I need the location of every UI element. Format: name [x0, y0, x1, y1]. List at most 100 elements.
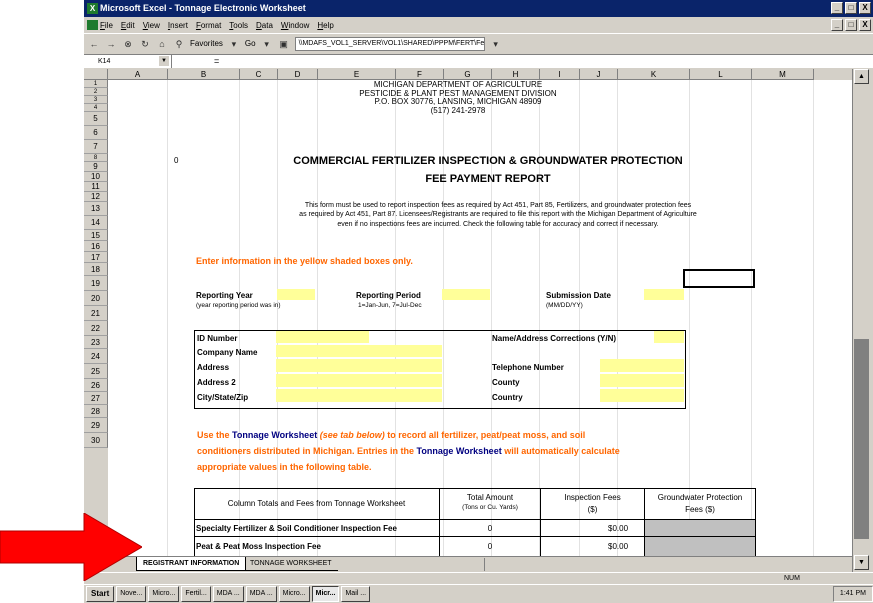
city-state-zip-input[interactable] [276, 389, 442, 402]
row-header-15[interactable]: 15 [84, 230, 108, 241]
forward-arrow-icon[interactable]: → [105, 38, 117, 50]
row-header-10[interactable]: 10 [84, 172, 108, 182]
row-header-3[interactable]: 3 [84, 96, 108, 104]
submission-date-input[interactable] [644, 289, 684, 300]
country-input[interactable] [600, 389, 684, 402]
doc-minimize-button[interactable]: _ [831, 19, 843, 31]
back-arrow-icon[interactable]: ← [88, 38, 100, 50]
tab-tonnage-worksheet[interactable]: TONNAGE WORKSHEET [244, 557, 338, 571]
taskbar-item-8[interactable]: Mail ... [341, 586, 371, 602]
scroll-up-icon[interactable]: ▲ [854, 69, 869, 84]
row-header-25[interactable]: 25 [84, 364, 108, 379]
row-header-18[interactable]: 18 [84, 263, 108, 276]
menu-window[interactable]: Window [281, 21, 309, 30]
stop-icon[interactable]: ⊗ [122, 38, 134, 50]
taskbar-item-1[interactable]: Nove... [116, 586, 147, 602]
go-dropdown-icon[interactable]: ▾ [261, 38, 273, 50]
search-web-icon[interactable]: ⚲ [173, 38, 185, 50]
reporting-year-input[interactable] [277, 289, 315, 300]
home-icon[interactable]: ⌂ [156, 38, 168, 50]
row-header-16[interactable]: 16 [84, 241, 108, 252]
column-header-l[interactable]: L [690, 69, 752, 80]
row-header-8[interactable]: 8 [84, 154, 108, 162]
row-header-14[interactable]: 14 [84, 216, 108, 230]
row-header-12[interactable]: 12 [84, 192, 108, 202]
menu-view[interactable]: View [143, 21, 160, 30]
company-name-input[interactable] [276, 345, 442, 357]
row-header-9[interactable]: 9 [84, 162, 108, 172]
column-header-i[interactable]: I [540, 69, 580, 80]
column-header-a[interactable]: A [108, 69, 168, 80]
row-header-27[interactable]: 27 [84, 392, 108, 405]
telephone-input[interactable] [600, 359, 684, 372]
row-header-20[interactable]: 20 [84, 291, 108, 306]
row-header-24[interactable]: 24 [84, 349, 108, 364]
row-header-30[interactable]: 30 [84, 433, 108, 448]
reporting-period-input[interactable] [442, 289, 490, 300]
horizontal-scrollbar[interactable] [484, 558, 848, 571]
column-header-j[interactable]: J [580, 69, 618, 80]
menu-format[interactable]: Format [196, 21, 221, 30]
go-button[interactable]: Go [245, 39, 256, 48]
row-header-11[interactable]: 11 [84, 182, 108, 192]
menu-file[interactable]: File [100, 21, 113, 30]
row-header-13[interactable]: 13 [84, 202, 108, 216]
address-field[interactable]: \\MDAFS_VOL1_SERVER\VOL1\SHARED\PPPM\FER… [294, 36, 485, 51]
menu-insert[interactable]: Insert [168, 21, 188, 30]
column-header-b[interactable]: B [168, 69, 240, 80]
column-header-m[interactable]: M [752, 69, 814, 80]
select-all-corner[interactable] [84, 69, 108, 80]
column-header-g[interactable]: G [444, 69, 492, 80]
address-input[interactable] [276, 359, 442, 372]
row-header-17[interactable]: 17 [84, 252, 108, 263]
row-header-21[interactable]: 21 [84, 306, 108, 321]
start-button[interactable]: Start [86, 586, 115, 602]
taskbar-item-3[interactable]: Fertil... [181, 586, 211, 602]
column-header-h[interactable]: H [492, 69, 540, 80]
county-input[interactable] [600, 374, 684, 387]
menu-data[interactable]: Data [256, 21, 273, 30]
id-number-input[interactable] [276, 331, 369, 343]
row-header-1[interactable]: 1 [84, 80, 108, 88]
column-header-k[interactable]: K [618, 69, 690, 80]
column-header-e[interactable]: E [318, 69, 396, 80]
menu-help[interactable]: Help [317, 21, 333, 30]
scroll-down-icon[interactable]: ▼ [854, 555, 869, 570]
show-only-toolbar-icon[interactable]: ▣ [278, 38, 290, 50]
address2-input[interactable] [276, 374, 442, 387]
row-header-4[interactable]: 4 [84, 104, 108, 112]
column-header-d[interactable]: D [278, 69, 318, 80]
menu-edit[interactable]: Edit [121, 21, 135, 30]
row-header-19[interactable]: 19 [84, 276, 108, 291]
name-box[interactable]: K14 ▼ [84, 55, 172, 68]
row-header-28[interactable]: 28 [84, 405, 108, 418]
row-header-5[interactable]: 5 [84, 112, 108, 126]
workbook-icon[interactable] [87, 20, 98, 30]
formula-equals[interactable]: = [214, 55, 219, 68]
row-header-22[interactable]: 22 [84, 321, 108, 336]
row-header-2[interactable]: 2 [84, 88, 108, 96]
menu-tools[interactable]: Tools [229, 21, 248, 30]
doc-restore-button[interactable]: □ [845, 19, 857, 31]
address-dropdown-icon[interactable]: ▾ [490, 38, 502, 50]
close-button[interactable]: X [859, 2, 871, 14]
row-header-23[interactable]: 23 [84, 336, 108, 349]
column-header-f[interactable]: F [396, 69, 444, 80]
tab-registrant-information[interactable]: REGISTRANT INFORMATION [136, 557, 247, 571]
refresh-icon[interactable]: ↻ [139, 38, 151, 50]
scrollbar-thumb[interactable] [854, 339, 869, 539]
taskbar-item-6[interactable]: Micro... [278, 586, 310, 602]
favorites-dropdown-icon[interactable]: ▾ [228, 38, 240, 50]
row-header-6[interactable]: 6 [84, 126, 108, 140]
taskbar-item-5[interactable]: MDA ... [245, 586, 277, 602]
column-header-c[interactable]: C [240, 69, 278, 80]
row-header-26[interactable]: 26 [84, 379, 108, 392]
system-clock[interactable]: 1:41 PM [832, 586, 873, 602]
taskbar-item-2[interactable]: Micro... [148, 586, 180, 602]
taskbar-item-4[interactable]: MDA ... [212, 586, 244, 602]
taskbar-item-excel[interactable]: Micr... [311, 586, 340, 602]
row-header-7[interactable]: 7 [84, 140, 108, 154]
selected-cell-k14[interactable] [683, 269, 755, 288]
favorites-button[interactable]: Favorites [190, 39, 223, 48]
minimize-button[interactable]: _ [831, 2, 843, 14]
